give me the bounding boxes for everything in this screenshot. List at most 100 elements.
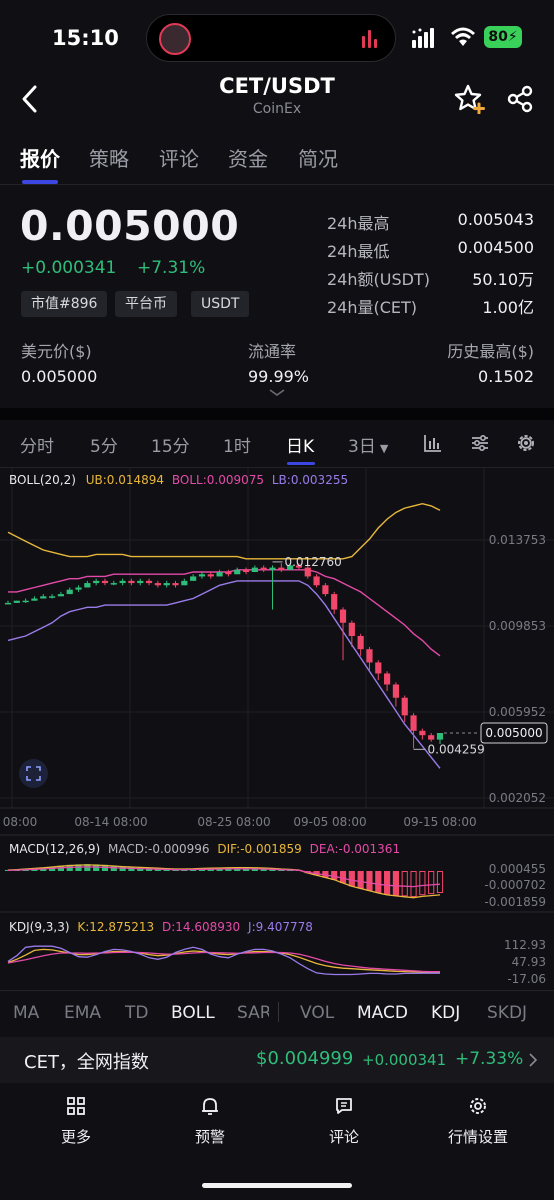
candle-down bbox=[428, 735, 435, 740]
tag-quote-currency[interactable]: USDT bbox=[191, 291, 250, 317]
stat-24h-high-value: 0.005043 bbox=[457, 210, 534, 229]
chevron-down-icon: ▼ bbox=[379, 442, 389, 455]
stat-24h-volume-label: 24h量(CET) bbox=[327, 298, 418, 317]
price-chart[interactable]: 0.013753 0.009853 0.005952 0.002052 0.012760… bbox=[0, 468, 554, 990]
indicator-tab-boll[interactable]: BOLL bbox=[171, 1003, 215, 1023]
indicator-tab-vol[interactable]: VOL bbox=[300, 1003, 334, 1023]
home-indicator bbox=[202, 1183, 352, 1188]
timeframe-5m[interactable]: 5分 bbox=[90, 432, 118, 457]
date-axis-label: 08-14 08:00 bbox=[74, 815, 147, 829]
chart-type-icon[interactable] bbox=[423, 433, 443, 453]
divider bbox=[0, 184, 554, 185]
candle-up bbox=[75, 587, 82, 590]
nav-market-settings[interactable]: 行情设置 bbox=[423, 1096, 533, 1147]
candle-down bbox=[366, 649, 373, 663]
timeframe-1d[interactable]: 日K bbox=[286, 432, 314, 457]
candle-down bbox=[392, 684, 400, 698]
macd-axis-label: -0.000702 bbox=[484, 878, 546, 892]
ath-label: 历史最高($) bbox=[447, 342, 534, 361]
tab-overview[interactable]: 简况 bbox=[298, 143, 338, 172]
candle-up bbox=[269, 567, 276, 570]
grid-icon bbox=[67, 1097, 85, 1115]
candle-up bbox=[57, 594, 64, 597]
kdj-axis-label: 112.93 bbox=[504, 938, 546, 952]
section-separator bbox=[0, 408, 554, 420]
candle-down bbox=[375, 662, 382, 674]
boll-header: BOLL(20,2) UB:0.014894 BOLL:0.009075 LB:… bbox=[9, 473, 348, 487]
timeframe-active-indicator bbox=[287, 462, 315, 465]
indicator-settings-icon[interactable] bbox=[470, 433, 490, 453]
candle-up bbox=[198, 574, 206, 577]
timeframe-1h[interactable]: 1时 bbox=[223, 432, 251, 457]
nav-more-label: 更多 bbox=[60, 1128, 91, 1146]
macd-bar bbox=[375, 871, 382, 893]
indicator-tab-ma[interactable]: MA bbox=[13, 1003, 39, 1023]
usd-price-value: 0.005000 bbox=[21, 367, 98, 386]
candle-down bbox=[304, 567, 311, 577]
candle-down bbox=[260, 567, 267, 570]
kdj-header: KDJ(9,3,3) K:12.875213 D:14.608930 J:9.4… bbox=[9, 920, 313, 934]
usd-price-label: 美元价($) bbox=[21, 342, 92, 361]
kdj-axis-label: 47.93 bbox=[512, 955, 546, 969]
price-axis-label: 0.009853 bbox=[489, 619, 546, 633]
timeframe-line[interactable]: 分时 bbox=[20, 432, 54, 457]
add-favorite-icon[interactable] bbox=[454, 84, 486, 114]
timeframe-3d[interactable]: 3日 ▼ bbox=[348, 432, 388, 457]
wifi-icon bbox=[451, 27, 475, 46]
candle-up bbox=[436, 732, 444, 740]
candle-down bbox=[207, 574, 214, 577]
kdj-k-value: K:12.875213 bbox=[77, 920, 155, 934]
candle-down bbox=[331, 594, 338, 610]
candle-up bbox=[251, 567, 258, 573]
indicator-tab-kdj[interactable]: KDJ bbox=[431, 1003, 460, 1023]
nav-more[interactable]: 更多 bbox=[21, 1096, 131, 1147]
stat-24h-turnover-label: 24h额(USDT) bbox=[327, 270, 430, 289]
indicator-tab-sar[interactable]: SAR bbox=[237, 1003, 269, 1023]
expand-details-icon[interactable] bbox=[268, 388, 286, 398]
indicator-tab-macd[interactable]: MACD bbox=[357, 1003, 408, 1023]
candle-up bbox=[137, 580, 144, 584]
nav-comments[interactable]: 评论 bbox=[289, 1096, 399, 1147]
share-icon[interactable] bbox=[506, 85, 534, 113]
indicator-tab-td[interactable]: TD bbox=[125, 1003, 148, 1023]
macd-bar bbox=[384, 871, 391, 895]
candle-down bbox=[154, 583, 161, 586]
tab-strategy[interactable]: 策略 bbox=[89, 143, 129, 172]
status-time: 15:10 bbox=[52, 26, 119, 50]
candle-up bbox=[48, 596, 56, 598]
candle-down bbox=[313, 576, 320, 586]
macd-bar bbox=[436, 871, 444, 893]
tag-platform-coin[interactable]: 平台币 bbox=[115, 291, 177, 317]
macd-header: MACD(12,26,9) MACD:-0.000996 DIF:-0.0018… bbox=[9, 842, 400, 856]
gear-icon[interactable] bbox=[515, 432, 537, 454]
candle-up bbox=[84, 583, 91, 588]
island-avatar bbox=[159, 23, 191, 55]
nav-comments-label: 评论 bbox=[328, 1128, 359, 1146]
bell-icon bbox=[202, 1098, 218, 1115]
boll-ub-line bbox=[7, 502, 441, 560]
indicator-tab-ema[interactable]: EMA bbox=[64, 1003, 101, 1023]
tab-funds[interactable]: 资金 bbox=[228, 143, 268, 172]
nav-alert-label: 预警 bbox=[194, 1128, 225, 1146]
candle-down bbox=[128, 580, 135, 584]
tab-quote[interactable]: 报价 bbox=[20, 143, 60, 172]
candle-down bbox=[242, 569, 250, 573]
timeframe-15m[interactable]: 15分 bbox=[151, 432, 190, 457]
candle-down bbox=[419, 730, 426, 736]
dynamic-island[interactable] bbox=[146, 14, 396, 62]
signal-icon bbox=[412, 28, 434, 48]
price-axis-label: 0.005952 bbox=[489, 705, 546, 719]
date-axis-label: 08:00 bbox=[3, 815, 38, 829]
indicator-tab-skdj[interactable]: SKDJ bbox=[487, 1003, 527, 1023]
candle-up bbox=[216, 572, 223, 577]
date-axis-label: 09-05 08:00 bbox=[293, 815, 366, 829]
circulation-value: 99.99% bbox=[248, 367, 310, 386]
fullscreen-chart-button[interactable] bbox=[19, 759, 48, 788]
nav-alert[interactable]: 预警 bbox=[155, 1096, 265, 1147]
battery-indicator: 80⚡ bbox=[484, 26, 522, 48]
price-axis-label: 0.013753 bbox=[489, 533, 546, 547]
tab-comments[interactable]: 评论 bbox=[159, 143, 199, 172]
tag-market-cap-rank[interactable]: 市值#896 bbox=[21, 291, 108, 317]
macd-bar bbox=[366, 871, 373, 891]
candle-up bbox=[163, 583, 170, 586]
